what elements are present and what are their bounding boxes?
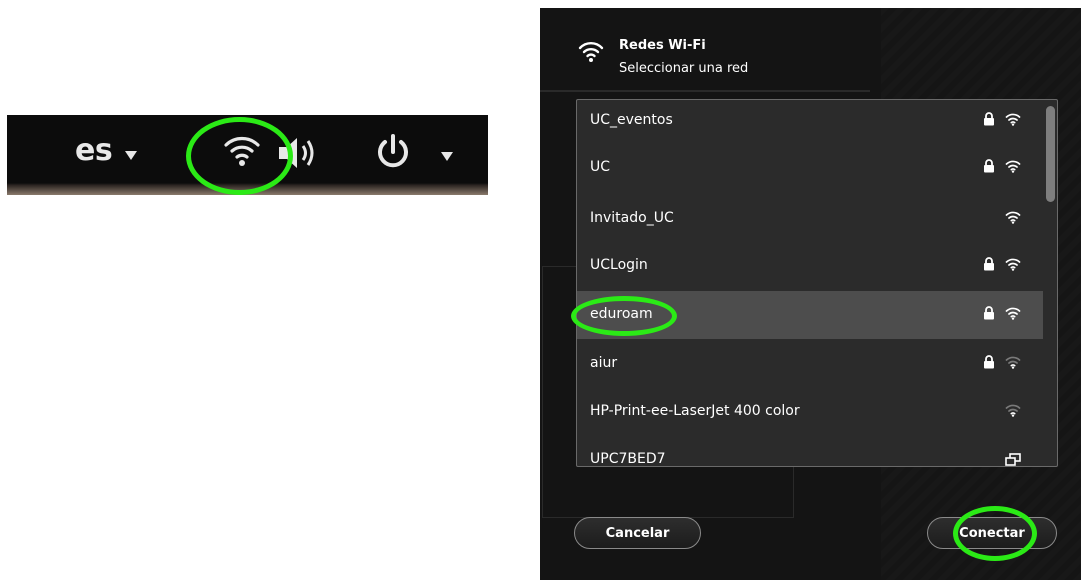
network-row[interactable]: Invitado_UC (577, 195, 1043, 243)
lock-icon (984, 257, 994, 271)
lock-icon (984, 355, 994, 369)
connect-button[interactable]: Conectar (927, 517, 1057, 549)
dialog-title: Redes Wi-Fi (619, 38, 706, 53)
network-row[interactable]: UC_eventos (577, 100, 1043, 145)
wifi-signal-weak-icon (1005, 356, 1021, 369)
wifi-dialog: Redes Wi-Fi Seleccionar una red UC_event… (540, 8, 1081, 580)
cancel-button[interactable]: Cancelar (574, 517, 701, 549)
wifi-signal-weak-icon (1005, 404, 1021, 417)
wifi-signal-icon (1005, 160, 1021, 173)
network-name: Invitado_UC (590, 210, 674, 226)
wifi-signal-icon (1005, 258, 1021, 271)
access-point-icon (1005, 453, 1021, 466)
network-list: UC_eventos UC Invitado_UC UCLogin eduroam aiu… (576, 99, 1058, 467)
network-name: UCLogin (590, 257, 648, 273)
network-row[interactable]: UC (577, 144, 1043, 192)
network-name: aiur (590, 355, 618, 371)
network-row[interactable]: aiur (577, 340, 1043, 388)
network-name: UC (590, 159, 611, 175)
network-name: UC_eventos (590, 112, 673, 128)
network-row[interactable]: UCLogin (577, 242, 1043, 290)
network-row[interactable]: eduroam (577, 291, 1043, 339)
lock-icon (984, 112, 994, 126)
dialog-subtitle: Seleccionar una red (619, 61, 749, 76)
network-list-scrollbar[interactable] (1043, 100, 1057, 466)
network-name: eduroam (590, 306, 653, 322)
network-name: HP-Print-ee-LaserJet 400 color (590, 403, 800, 419)
network-row[interactable]: UPC7BED7 (577, 436, 1043, 467)
background-app-remnant (540, 90, 870, 92)
network-name: UPC7BED7 (590, 451, 666, 467)
power-icon[interactable] (375, 133, 411, 171)
wifi-signal-icon (1005, 307, 1021, 320)
lock-icon (984, 159, 994, 173)
top-panel: es (7, 115, 488, 195)
volume-icon[interactable] (275, 135, 325, 171)
system-menu-arrow-icon[interactable] (441, 152, 453, 161)
wifi-signal-icon (1005, 113, 1021, 126)
wifi-icon[interactable] (221, 129, 263, 171)
language-indicator[interactable]: es (75, 133, 113, 168)
wifi-signal-icon (1005, 211, 1021, 224)
lock-icon (984, 306, 994, 320)
wifi-header-icon (578, 42, 604, 62)
network-row[interactable]: HP-Print-ee-LaserJet 400 color (577, 388, 1043, 436)
language-dropdown-arrow-icon[interactable] (125, 151, 137, 160)
scrollbar-thumb[interactable] (1046, 106, 1055, 202)
